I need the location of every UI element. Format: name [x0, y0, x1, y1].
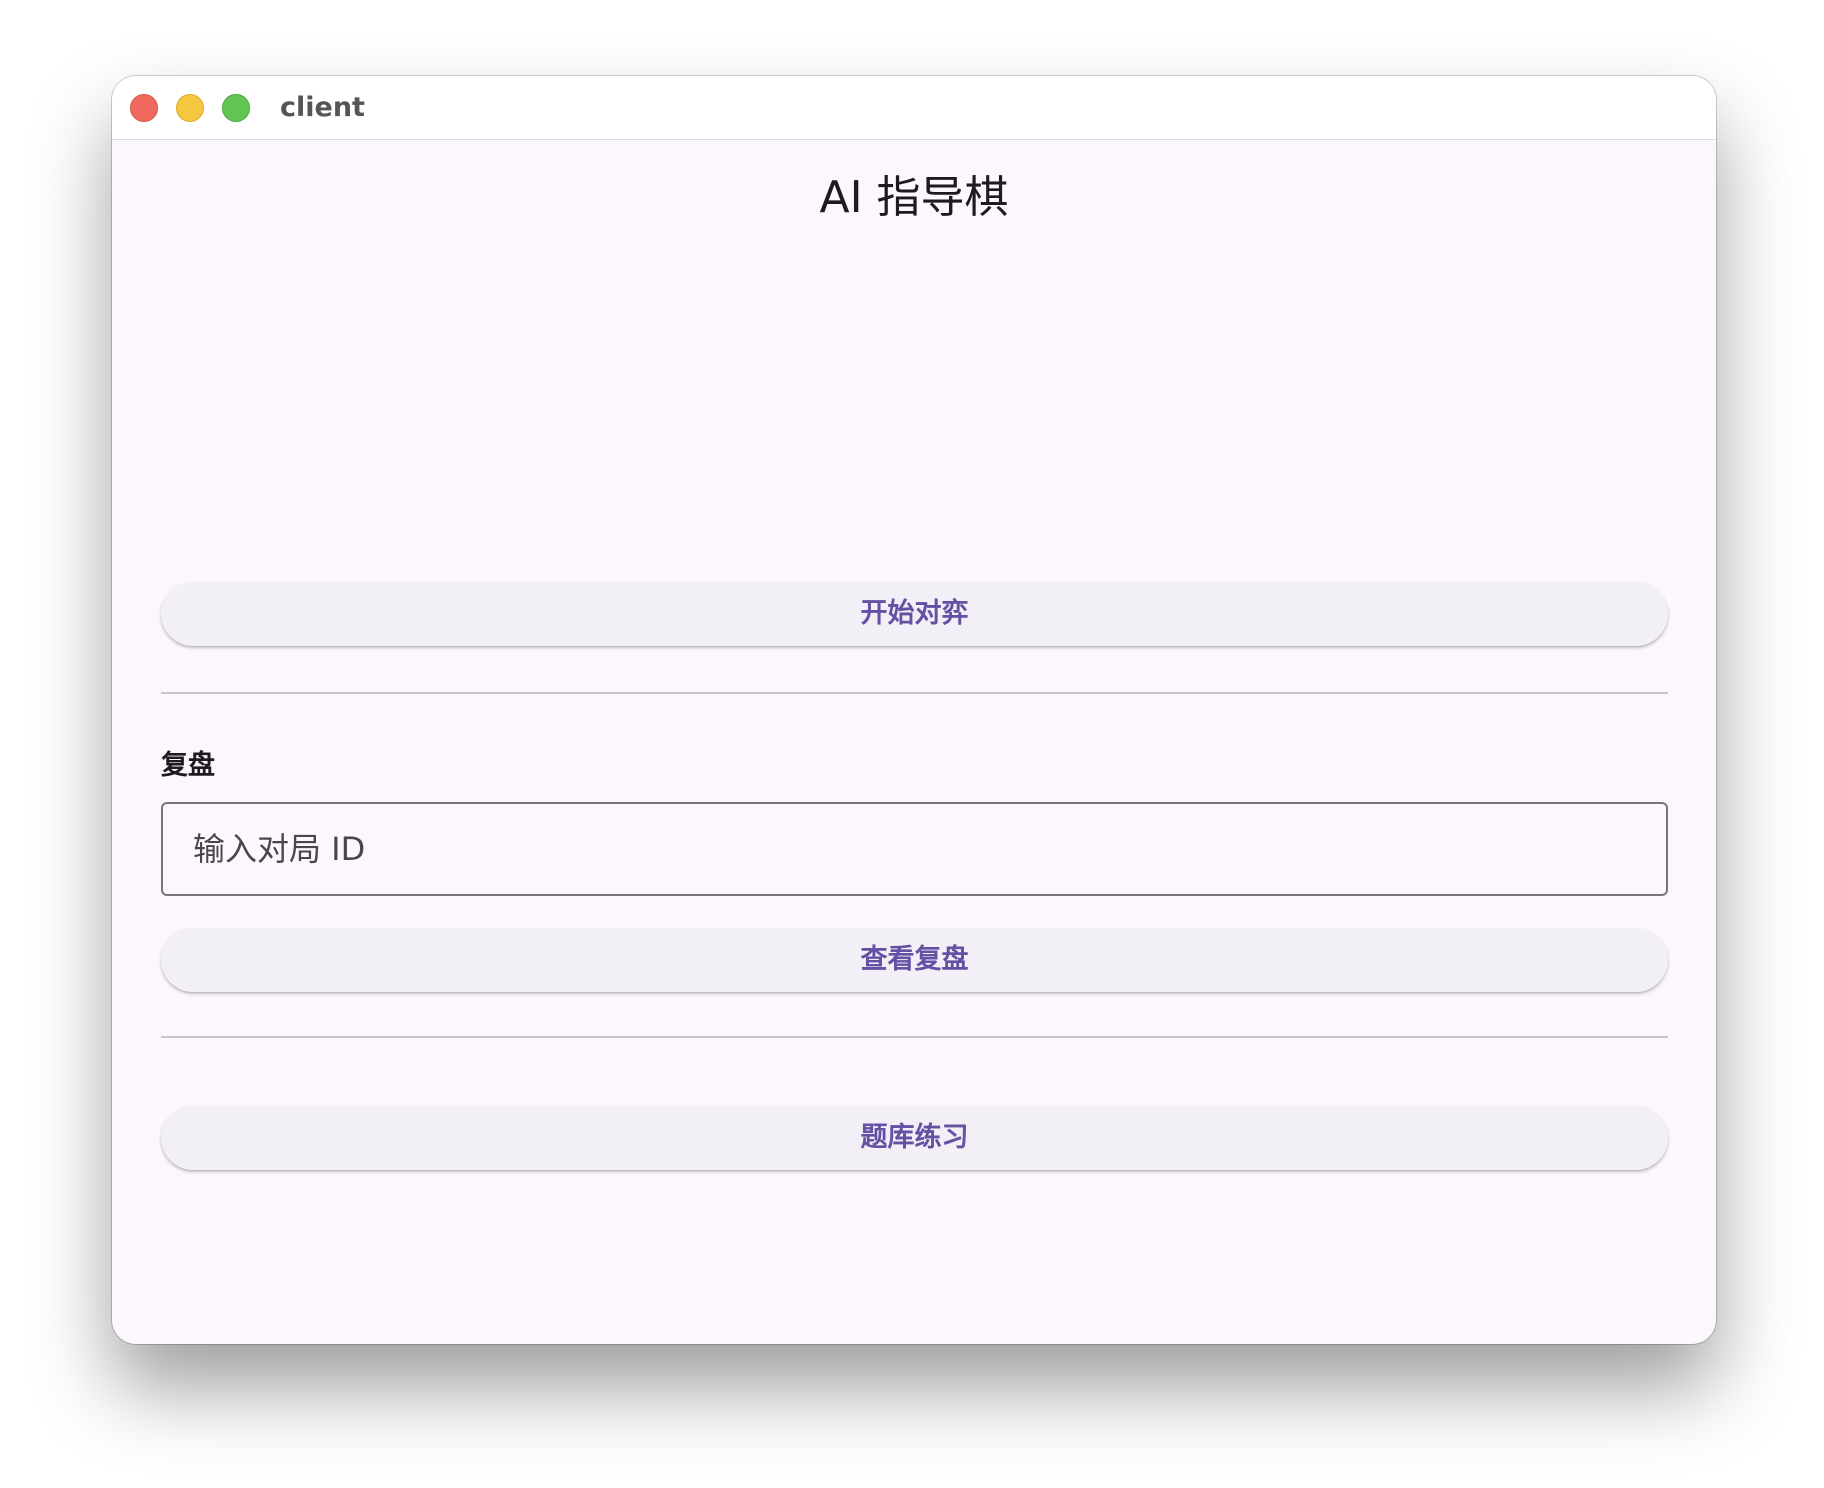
start-game-button[interactable]: 开始对弈: [161, 582, 1668, 646]
window-title: client: [280, 92, 365, 123]
app-window: client AI 指导棋 开始对弈 复盘 查看复盘 题库练习: [112, 76, 1716, 1344]
main-content: AI 指导棋 开始对弈 复盘 查看复盘 题库练习: [112, 140, 1716, 1344]
title-bar[interactable]: client: [112, 76, 1716, 140]
view-review-button[interactable]: 查看复盘: [161, 928, 1668, 992]
page-title: AI 指导棋: [819, 172, 1009, 223]
practice-button[interactable]: 题库练习: [161, 1106, 1668, 1170]
review-section-label: 复盘: [161, 750, 215, 781]
game-id-input[interactable]: [161, 802, 1668, 896]
maximize-window-button[interactable]: [222, 94, 250, 122]
divider: [161, 1036, 1668, 1038]
divider: [161, 692, 1668, 694]
minimize-window-button[interactable]: [176, 94, 204, 122]
close-window-button[interactable]: [130, 94, 158, 122]
